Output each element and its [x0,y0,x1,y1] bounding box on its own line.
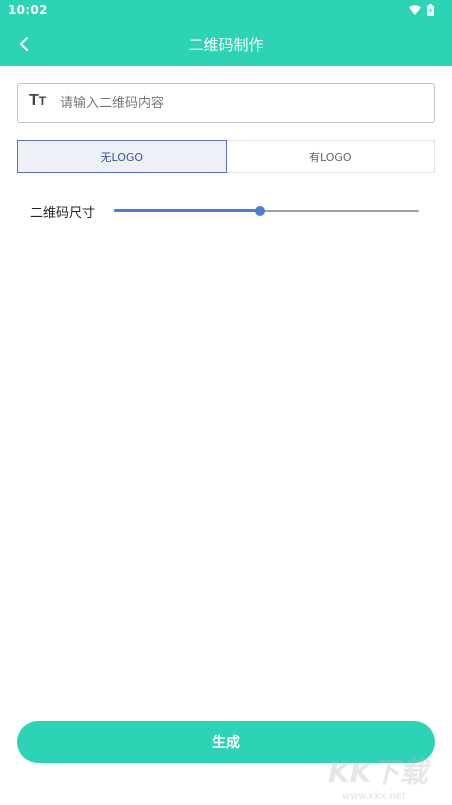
page-title: 二维码制作 [188,36,264,54]
slider-thumb[interactable] [255,206,265,216]
no-logo-option[interactable]: 无LOGO [17,140,227,173]
with-logo-option[interactable]: 有LOGO [226,140,435,173]
svg-text:KK下载: KK下载 [328,756,431,789]
status-time: 10:02 [8,3,48,17]
app-bar: 二维码制作 [0,22,452,66]
text-size-icon: TT [29,92,47,109]
content-input-field[interactable]: TT [17,83,435,123]
status-icons [409,4,434,16]
size-slider[interactable] [114,203,419,219]
logo-toggle: 无LOGO 有LOGO [17,140,435,173]
content-input[interactable] [60,84,420,122]
qr-maker-screen: 10:02 二维码制作 TT 无LOGO 有LOGO 二维码尺寸 [0,0,452,805]
slider-fill [114,209,260,212]
status-bar: 10:02 [0,0,452,22]
size-label: 二维码尺寸 [30,206,96,221]
battery-icon [427,4,434,16]
wifi-icon [409,5,421,15]
svg-text:www.kkx.net: www.kkx.net [342,791,406,802]
watermark-logo: KK下载 www.kkx.net [328,756,431,802]
